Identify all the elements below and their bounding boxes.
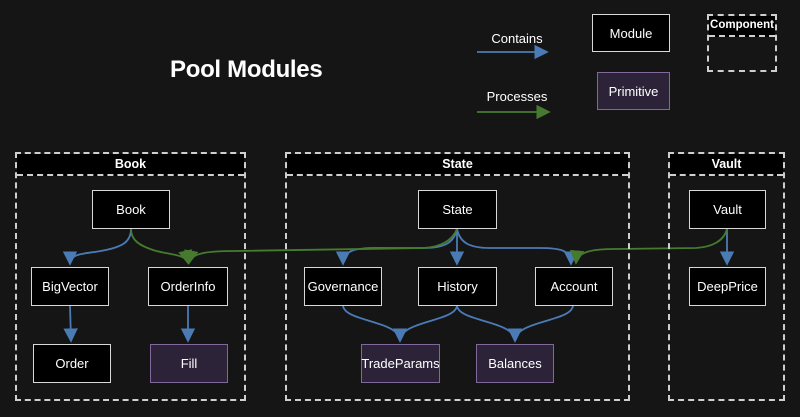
component-vault-header: Vault <box>670 154 783 176</box>
node-account: Account <box>535 267 613 306</box>
node-order: Order <box>33 344 111 383</box>
pool-modules-diagram: Pool Modules Contains Proces <box>0 0 800 417</box>
legend-component-label: Component <box>709 16 775 37</box>
legend-primitive-box: Primitive <box>597 72 670 110</box>
node-governance: Governance <box>304 267 382 306</box>
legend-component-box: Component <box>707 14 777 72</box>
legend-module-label: Module <box>610 26 653 41</box>
node-book: Book <box>92 190 170 229</box>
legend-contains-label: Contains <box>477 31 557 46</box>
component-book-header: Book <box>17 154 244 176</box>
node-fill: Fill <box>150 344 228 383</box>
legend-module-box: Module <box>592 14 670 52</box>
node-state: State <box>418 190 497 229</box>
component-state-header: State <box>287 154 628 176</box>
node-balances: Balances <box>476 344 554 383</box>
node-bigvector: BigVector <box>31 267 109 306</box>
legend-primitive-label: Primitive <box>609 84 659 99</box>
node-history: History <box>418 267 497 306</box>
node-deepprice: DeepPrice <box>689 267 766 306</box>
legend-processes-label: Processes <box>477 89 557 104</box>
node-tradeparams: TradeParams <box>361 344 440 383</box>
node-vault: Vault <box>689 190 766 229</box>
node-orderinfo: OrderInfo <box>148 267 228 306</box>
